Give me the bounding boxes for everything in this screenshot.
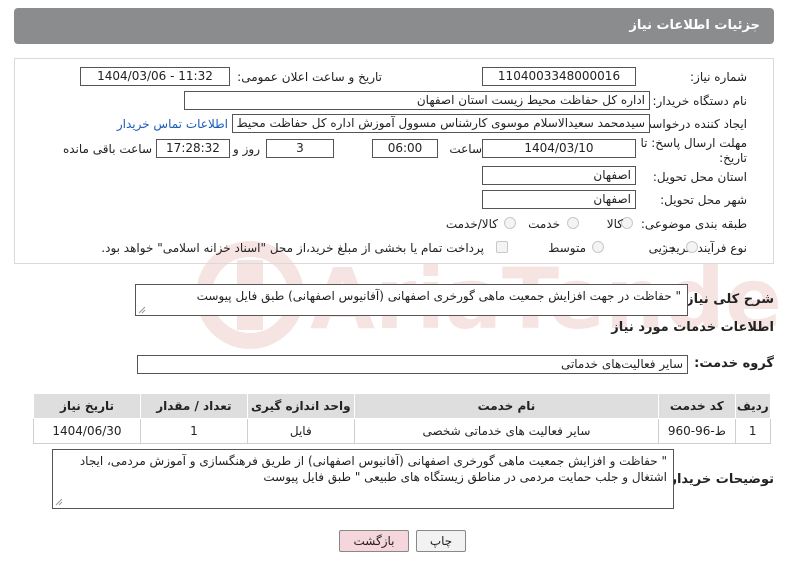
- buyer-org-field: اداره کل حفاظت محیط زیست استان اصفهان: [184, 91, 650, 110]
- need-number-label: شماره نیاز:: [690, 70, 747, 84]
- print-button[interactable]: چاپ: [416, 530, 466, 552]
- need-summary-textbox: " حفاظت در جهت افزایش جمعیت ماهی گورخری …: [135, 284, 688, 316]
- buyer-notes-text: " حفاظت و افزایش جمعیت ماهی گورخری اصفها…: [79, 454, 667, 484]
- category-service-radio[interactable]: [567, 217, 579, 229]
- remaining-days-field: 3: [266, 139, 334, 158]
- purchase-type-minor-radio[interactable]: [686, 241, 698, 253]
- delivery-city-field: اصفهان: [482, 190, 636, 209]
- remaining-time-label: ساعت باقی مانده: [62, 142, 152, 156]
- days-label: روز و: [233, 142, 260, 156]
- table-header-row: ردیف کد خدمت نام خدمت واحد اندازه گیری ت…: [33, 393, 771, 419]
- need-summary-label: شرح کلی نیاز:: [680, 292, 774, 307]
- col-row-number: ردیف: [734, 393, 771, 419]
- category-label: طبقه بندی موضوعی:: [640, 217, 747, 231]
- service-group-field: سایر فعالیت‌های خدماتی: [137, 355, 688, 374]
- cell-service-name: سایر فعالیت های خدماتی شخصی: [353, 418, 660, 444]
- resize-grip-icon[interactable]: [55, 498, 63, 506]
- treasury-payment-note: پرداخت تمام یا بخشی از مبلغ خرید،از محل …: [101, 241, 484, 255]
- deadline-time-label: ساعت: [449, 142, 482, 156]
- cell-quantity: 1: [139, 418, 248, 444]
- delivery-province-label: استان محل تحویل:: [652, 170, 747, 184]
- info-panel: [14, 58, 774, 264]
- deadline-date-field: 1404/03/10: [482, 139, 636, 158]
- need-number-field: 1104003348000016: [482, 67, 636, 86]
- col-unit: واحد اندازه گیری: [246, 393, 355, 419]
- remaining-time-field: 17:28:32: [156, 139, 230, 158]
- back-button[interactable]: بازگشت: [339, 530, 409, 552]
- cell-unit: فایل: [246, 418, 355, 444]
- category-goods-service-radio[interactable]: [504, 217, 516, 229]
- col-service-code: کد خدمت: [658, 393, 736, 419]
- deadline-label-line1: مهلت ارسال پاسخ: تا: [640, 136, 747, 150]
- purchase-type-medium-radio[interactable]: [592, 241, 604, 253]
- col-quantity: تعداد / مقدار: [139, 393, 248, 419]
- table-row: 1 ط-96-960 سایر فعالیت های خدماتی شخصی ف…: [33, 418, 771, 444]
- delivery-province-field: اصفهان: [482, 166, 636, 185]
- buyer-contact-link[interactable]: اطلاعات تماس خریدار: [117, 117, 228, 131]
- service-group-label: گروه خدمت:: [694, 356, 774, 371]
- cell-service-code: ط-96-960: [658, 418, 736, 444]
- buyer-notes-textbox: " حفاظت و افزایش جمعیت ماهی گورخری اصفها…: [52, 449, 674, 509]
- purchase-type-minor-label: جزیی: [648, 241, 676, 255]
- services-table: ردیف کد خدمت نام خدمت واحد اندازه گیری ت…: [33, 393, 771, 444]
- treasury-payment-checkbox[interactable]: [496, 241, 508, 253]
- deadline-label-line2: تاریخ:: [719, 151, 747, 165]
- page-header: جزئیات اطلاعات نیاز: [14, 8, 774, 44]
- requester-field: سیدمحمد سعیدالاسلام موسوی کارشناس مسوول …: [232, 114, 650, 133]
- resize-grip-icon[interactable]: [138, 306, 146, 314]
- col-service-name: نام خدمت: [353, 393, 660, 419]
- buyer-org-label: نام دستگاه خریدار:: [652, 94, 748, 108]
- purchase-type-medium-label: متوسط: [548, 241, 586, 255]
- announce-datetime-label: تاریخ و ساعت اعلان عمومی:: [237, 70, 382, 84]
- col-need-date: تاریخ نیاز: [33, 393, 141, 419]
- category-service-label: خدمت: [528, 217, 560, 231]
- delivery-city-label: شهر محل تحویل:: [660, 193, 747, 207]
- page-title: جزئیات اطلاعات نیاز: [629, 18, 760, 33]
- requester-label: ایجاد کننده درخواست:: [636, 117, 747, 131]
- need-summary-text: " حفاظت در جهت افزایش جمعیت ماهی گورخری …: [196, 289, 681, 303]
- announce-datetime-field: 1404/03/06 - 11:32: [80, 67, 230, 86]
- cell-need-date: 1404/06/30: [33, 418, 141, 444]
- buyer-notes-label: توضیحات خریدار:: [664, 472, 774, 487]
- category-goods-label: کالا: [606, 217, 623, 231]
- cell-row-number: 1: [734, 418, 771, 444]
- services-section-title: اطلاعات خدمات مورد نیاز: [611, 320, 774, 335]
- category-goods-service-label: کالا/خدمت: [445, 217, 498, 231]
- deadline-time-field: 06:00: [372, 139, 438, 158]
